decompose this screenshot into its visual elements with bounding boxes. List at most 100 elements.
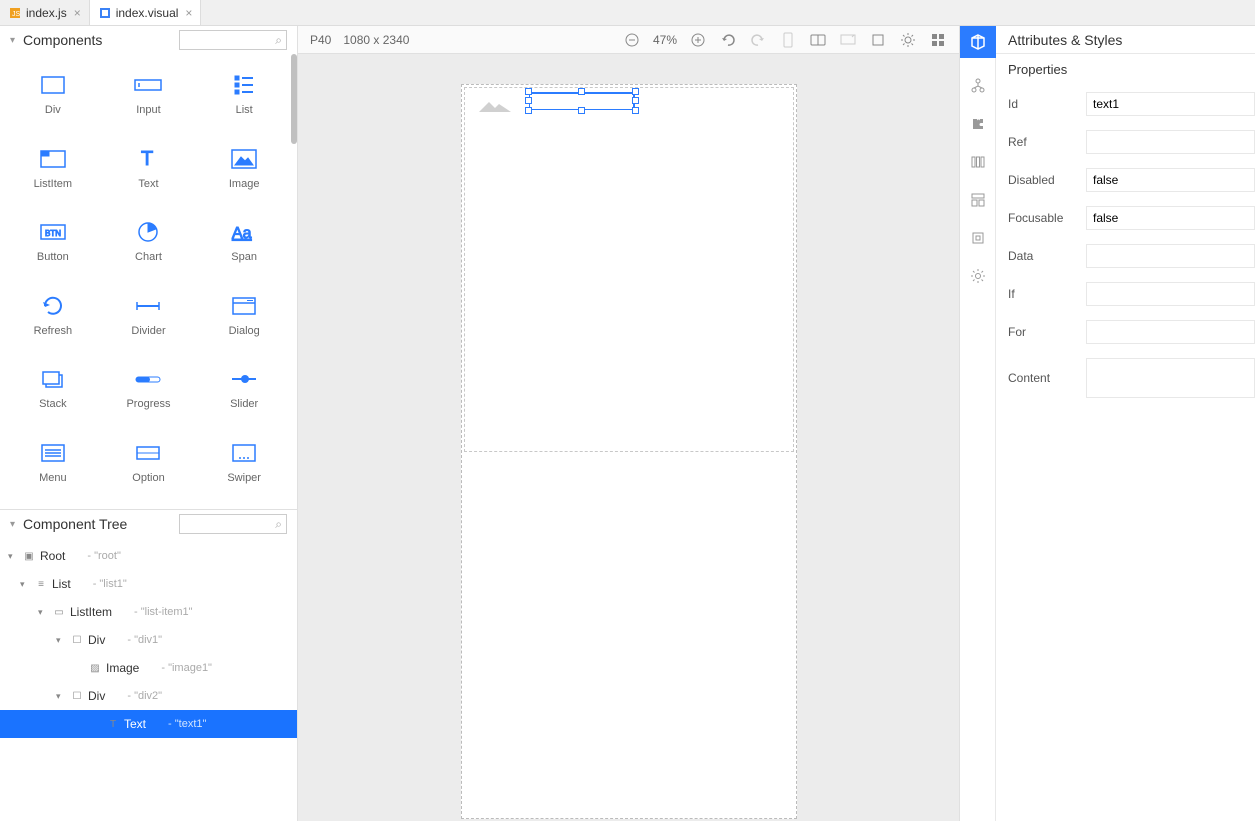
tree-node-id: - "root" — [87, 550, 120, 562]
chevron-icon[interactable]: ▾ — [56, 635, 66, 646]
grid-icon[interactable] — [929, 31, 947, 49]
tree-node-div[interactable]: ▾☐Div- "div2" — [0, 682, 297, 710]
prop-input-ref[interactable] — [1086, 130, 1255, 154]
component-listitem[interactable]: ListItem — [5, 138, 101, 206]
tree-node-list[interactable]: ▾≡List- "list1" — [0, 570, 297, 598]
prop-input-data[interactable] — [1086, 244, 1255, 268]
prop-label: Ref — [1008, 135, 1078, 149]
prop-row-focusable: Focusable — [1008, 206, 1255, 230]
component-label: Menu — [39, 472, 67, 484]
zoom-out-icon[interactable] — [623, 31, 641, 49]
component-image[interactable]: Image — [196, 138, 292, 206]
component-text[interactable]: TText — [101, 138, 197, 206]
gear-icon[interactable] — [968, 266, 988, 286]
tree-node-listitem[interactable]: ▾▭ListItem- "list-item1" — [0, 598, 297, 626]
prop-input-content[interactable] — [1086, 358, 1255, 398]
tabs-bar: JS index.js × index.visual × — [0, 0, 1255, 26]
component-chart[interactable]: Chart — [101, 211, 197, 279]
redo-icon[interactable] — [749, 31, 767, 49]
component-label: Input — [136, 104, 160, 116]
component-refresh[interactable]: Refresh — [5, 285, 101, 353]
tree-node-div[interactable]: ▾☐Div- "div1" — [0, 626, 297, 654]
chevron-icon[interactable]: ▾ — [56, 691, 66, 702]
components-search[interactable]: ⌕ — [179, 30, 287, 50]
tree-node-root[interactable]: ▾▣Root- "root" — [0, 542, 297, 570]
tablet-icon[interactable] — [809, 31, 827, 49]
component-list[interactable]: List — [196, 64, 292, 132]
cube-icon[interactable] — [960, 26, 996, 58]
prop-label: Content — [1008, 371, 1078, 385]
component-label: Image — [229, 178, 260, 190]
tree-search[interactable]: ⌕ — [179, 514, 287, 534]
component-dialog[interactable]: Dialog — [196, 285, 292, 353]
chevron-down-icon[interactable]: ▾ — [10, 35, 15, 46]
prop-input-focusable[interactable] — [1086, 206, 1255, 230]
chevron-icon[interactable]: ▾ — [8, 551, 18, 562]
tab-index-js[interactable]: JS index.js × — [0, 0, 90, 25]
component-input[interactable]: Input — [101, 64, 197, 132]
canvas-area[interactable] — [298, 54, 959, 821]
input-icon — [133, 72, 163, 98]
component-label: Div — [45, 104, 61, 116]
stack-icon — [38, 366, 68, 392]
prop-row-if: If — [1008, 282, 1255, 306]
visual-file-icon — [98, 6, 112, 20]
close-icon[interactable]: × — [185, 6, 192, 20]
listitem-icon — [38, 146, 68, 172]
tab-index-visual[interactable]: index.visual × — [90, 0, 202, 25]
puzzle-icon[interactable] — [968, 114, 988, 134]
wearable-icon[interactable] — [869, 31, 887, 49]
tree-node-image[interactable]: ▨Image- "image1" — [0, 654, 297, 682]
tree-node-text[interactable]: TText- "text1" — [0, 710, 297, 738]
attributes-header: Attributes & Styles — [996, 26, 1255, 54]
tv-icon[interactable] — [839, 31, 857, 49]
selection-box[interactable] — [529, 92, 635, 110]
dialog-icon — [229, 293, 259, 319]
zoom-in-icon[interactable] — [689, 31, 707, 49]
div-icon: ☐ — [70, 689, 84, 703]
scrollbar-thumb[interactable] — [291, 54, 297, 144]
component-progress[interactable]: Progress — [101, 358, 197, 426]
div-icon — [38, 72, 68, 98]
right-content: Attributes & Styles Properties IdRefDisa… — [996, 26, 1255, 821]
component-swiper[interactable]: Swiper — [196, 432, 292, 500]
component-label: Refresh — [34, 325, 73, 337]
image-placeholder[interactable] — [475, 96, 515, 114]
chevron-icon[interactable]: ▾ — [38, 607, 48, 618]
component-menu[interactable]: Menu — [5, 432, 101, 500]
prop-label: Focusable — [1008, 211, 1078, 225]
prop-input-for[interactable] — [1086, 320, 1255, 344]
component-divider[interactable]: Divider — [101, 285, 197, 353]
layout-icon[interactable] — [968, 190, 988, 210]
component-slider[interactable]: Slider — [196, 358, 292, 426]
component-div[interactable]: Div — [5, 64, 101, 132]
chevron-icon[interactable]: ▾ — [20, 579, 30, 590]
prop-input-id[interactable] — [1086, 92, 1255, 116]
component-option[interactable]: Option — [101, 432, 197, 500]
box-icon[interactable] — [968, 228, 988, 248]
undo-icon[interactable] — [719, 31, 737, 49]
tree-node-name: Div — [88, 633, 105, 647]
close-icon[interactable]: × — [74, 6, 81, 20]
chevron-down-icon[interactable]: ▾ — [10, 519, 15, 530]
component-button[interactable]: BTNButton — [5, 211, 101, 279]
search-icon: ⌕ — [275, 517, 282, 532]
search-icon: ⌕ — [275, 33, 282, 48]
component-span[interactable]: AaSpan — [196, 211, 292, 279]
component-stack[interactable]: Stack — [5, 358, 101, 426]
slider-icon — [229, 366, 259, 392]
phone-icon[interactable] — [779, 31, 797, 49]
prop-row-disabled: Disabled — [1008, 168, 1255, 192]
component-label: ListItem — [34, 178, 73, 190]
light-mode-icon[interactable] — [899, 31, 917, 49]
tree-node-id: - "div2" — [127, 690, 162, 702]
component-tree-panel: ▾ Component Tree ⌕ ▾▣Root- "root"▾≡List-… — [0, 509, 297, 821]
prop-input-if[interactable] — [1086, 282, 1255, 306]
component-label: Progress — [126, 398, 170, 410]
refresh-icon — [38, 293, 68, 319]
hierarchy-icon[interactable] — [968, 76, 988, 96]
columns-icon[interactable] — [968, 152, 988, 172]
list-icon — [229, 72, 259, 98]
prop-input-disabled[interactable] — [1086, 168, 1255, 192]
tree-node-name: Root — [40, 549, 65, 563]
